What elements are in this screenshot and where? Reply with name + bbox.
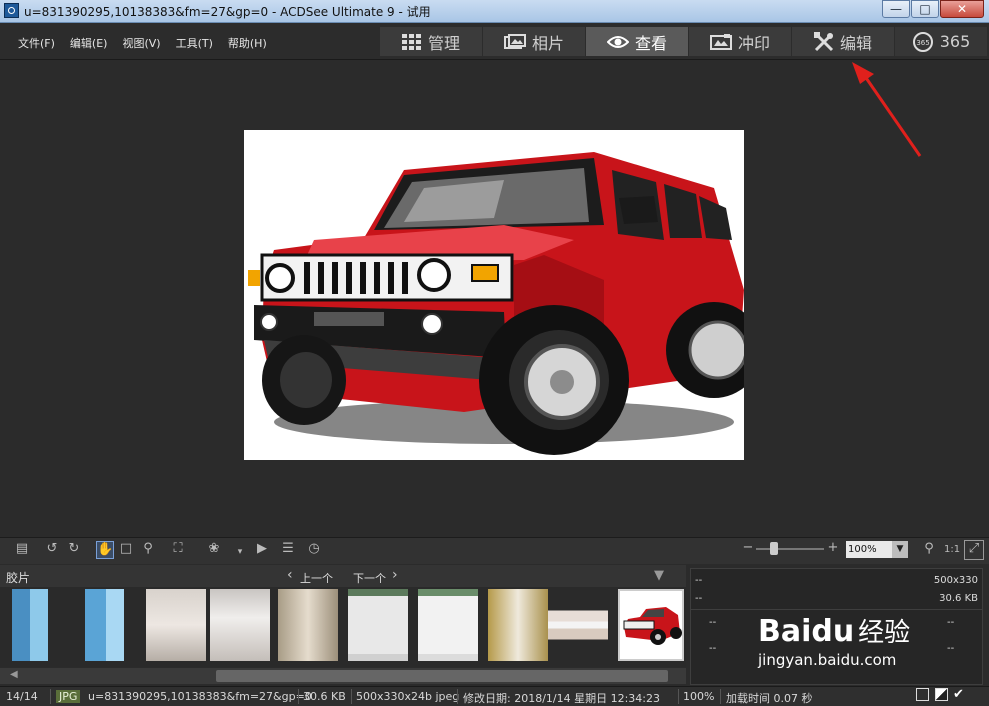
thumbnail[interactable] [278,589,338,661]
tab-photos[interactable]: 相片 [483,27,585,56]
info-dimensions: 500x330 [933,575,978,586]
menu-edit[interactable]: 编辑(E) [70,35,108,51]
thumbnail[interactable] [6,589,66,661]
watermark-url: jingyan.baidu.com [758,651,897,669]
filmstrip-header: 胶片 ‹ 上一个 下一个 › ▼ [0,565,686,587]
menu-help[interactable]: 帮助(H) [228,35,267,51]
select-tool-icon[interactable]: □ [118,541,134,557]
thumbnail[interactable] [348,589,408,661]
filmstrip-scrollbar[interactable]: ◀ [0,668,686,684]
watermark-chinese: 经验 [858,618,911,648]
app-icon [4,3,19,18]
hand-tool-icon[interactable]: ✋ [96,541,114,559]
viewer-image [244,130,744,460]
next-button[interactable]: 下一个 [353,570,386,586]
scroll-left-icon[interactable]: ◀ [10,669,18,680]
zoom-dropdown-icon[interactable]: ▼ [892,541,908,558]
zoom-value[interactable]: 100% [846,541,892,558]
play-icon[interactable]: ▶ [254,541,270,557]
365-icon: 365 [912,31,933,52]
status-position: 14/14 [6,690,38,703]
info-cell: -- [947,617,955,628]
info-line1-label: -- [695,575,703,586]
tab-365-label: 365 [939,32,971,51]
maximize-button[interactable]: □ [911,0,939,18]
baidu-watermark: Baidu 经验 jingyan.baidu.com [758,612,910,669]
tab-develop[interactable]: 冲印 [689,27,791,56]
edit-tools-icon [813,31,834,51]
info-cell: -- [709,643,717,654]
color-dropdown-icon[interactable]: ▾ [232,544,248,560]
grid-icon [401,33,421,50]
watermark-brand: Baidu [758,614,855,649]
color-icon[interactable]: ❀ [206,541,222,557]
info-line2-label: -- [695,593,703,604]
view-mode-square-icon[interactable] [916,688,929,701]
tab-photos-label: 相片 [531,33,564,53]
zoom-fit-icon[interactable]: ⚲ [921,541,937,557]
thumbnail-car-image [620,591,682,659]
rotate-right-icon[interactable]: ↻ [66,541,82,557]
zoom-in-icon[interactable]: + [825,540,841,556]
menu-view[interactable]: 视图(V) [122,35,160,51]
thumbnail[interactable] [76,589,136,661]
prev-chevron-icon: ‹ [287,567,293,583]
tab-edit-label: 编辑 [839,33,872,53]
thumbnail-selected[interactable] [618,589,684,661]
develop-icon [709,33,732,50]
thumbnail[interactable] [418,589,478,661]
tab-365[interactable]: 365 365 [895,27,987,56]
info-cell: -- [709,617,717,628]
zoom-out-icon[interactable]: − [740,540,756,556]
status-modified-date: 修改日期: 2018/1/14 星期日 12:34:23 [463,692,661,705]
filmstrip [0,587,686,667]
tab-view[interactable]: 查看 [586,27,688,56]
tab-view-label: 查看 [634,33,667,53]
status-filename: u=831390295,10138383&fm=27&gp=0 [88,690,312,703]
eye-icon [606,35,629,48]
scrollbar-thumb[interactable] [216,670,668,682]
thumbnail[interactable] [146,589,206,661]
tab-develop-label: 冲印 [737,33,770,53]
filmstrip-toggle-icon[interactable]: ▤ [14,541,30,557]
info-cell: -- [947,643,955,654]
next-chevron-icon: › [392,567,398,583]
tab-manage-label: 管理 [427,33,460,53]
clock-icon[interactable]: ◷ [306,541,322,557]
zoom-slider-thumb[interactable] [770,542,778,555]
info-filesize: 30.6 KB [939,593,978,604]
adjust-icon[interactable]: ☰ [280,541,296,557]
status-load-time: 加载时间 0.07 秒 [726,692,813,705]
photos-icon [503,33,526,49]
status-filesize: 30.6 KB [303,690,346,703]
zoom-slider-track[interactable] [756,548,824,550]
actual-size-label[interactable]: 1:1 [944,544,960,555]
fullscreen-icon[interactable]: ⛶ [170,541,186,557]
thumbnail[interactable] [210,589,270,661]
view-mode-contrast-icon[interactable] [935,688,948,701]
expand-icon[interactable]: ⤢ [964,540,984,560]
prev-button[interactable]: 上一个 [300,570,333,586]
svg-text:365: 365 [916,39,929,47]
window-title: u=831390295,10138383&fm=27&gp=0 - ACDSee… [24,5,431,19]
menu-tools[interactable]: 工具(T) [176,35,213,51]
close-button[interactable]: ✕ [940,0,984,18]
menu-bar: 文件(F) 编辑(E) 视图(V) 工具(T) 帮助(H) 管理 相片 查看 冲… [0,23,989,60]
minimize-button[interactable]: — [882,0,910,18]
tab-manage[interactable]: 管理 [380,27,482,56]
tab-edit[interactable]: 编辑 [792,27,894,56]
checkmark-icon[interactable]: ✔ [953,687,964,702]
zoom-tool-icon[interactable]: ⚲ [140,541,156,557]
status-dimensions: 500x330x24b jpeg [356,690,460,703]
menu-file[interactable]: 文件(F) [18,35,55,51]
title-bar: u=831390295,10138383&fm=27&gp=0 - ACDSee… [0,0,989,23]
filmstrip-collapse-icon[interactable]: ▼ [654,568,664,583]
filmstrip-title: 胶片 [6,571,31,585]
status-zoom: 100% [683,690,715,703]
status-bar: 14/14 JPG u=831390295,10138383&fm=27&gp=… [0,686,989,706]
thumbnail[interactable] [548,589,608,661]
thumbnail[interactable] [488,589,548,661]
status-format-badge: JPG [56,690,81,703]
rotate-left-icon[interactable]: ↺ [44,541,60,557]
